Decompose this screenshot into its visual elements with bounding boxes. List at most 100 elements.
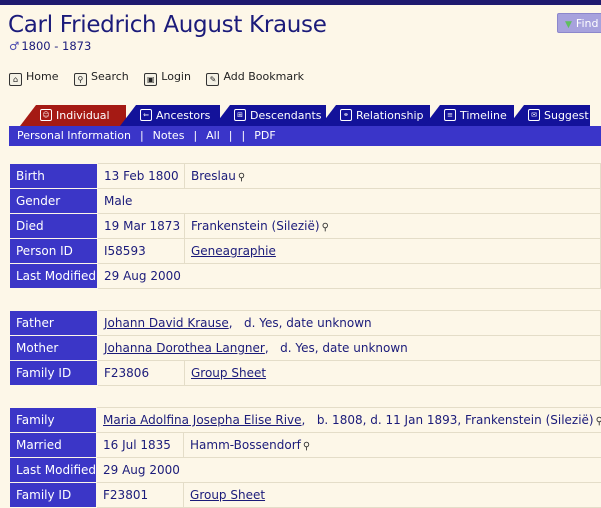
tab-ancestors[interactable]: ⇐ Ancestors: [120, 105, 220, 126]
table-row: Died 19 Mar 1873 Frankenstein (Silezië)⚲: [10, 214, 601, 239]
separator: |: [140, 129, 144, 142]
tab-timeline[interactable]: ≡ Timeline: [424, 105, 514, 126]
table-row: Person ID I58593 Geneagraphie: [10, 239, 601, 264]
table-row: Gender Male: [10, 189, 601, 214]
sub-navigation: Personal Information | Notes | All | | PDF: [9, 126, 601, 146]
tab-descendants[interactable]: ⊞ Descendants: [214, 105, 326, 126]
spouse-note: b. 1808, d. 11 Jan 1893, Frankenstein (S…: [317, 413, 594, 427]
birth-date: 13 Feb 1800: [98, 164, 185, 189]
married-place: Hamm-Bossendorf: [190, 438, 301, 452]
family-id-label: Family ID: [10, 361, 98, 386]
tab-relationship[interactable]: ⚭ Relationship: [320, 105, 430, 126]
separator: |: [229, 129, 233, 142]
home-icon: ⌂: [9, 73, 22, 86]
tab-bar: ☺ Individual ⇐ Ancestors ⊞ Descendants ⚭ Rel…: [20, 105, 590, 126]
spouse-cell: Maria Adolfina Josepha Elise Rive, b. 18…: [97, 408, 601, 433]
mother-link[interactable]: Johanna Dorothea Langner: [104, 341, 265, 355]
table-row: Last Modified 29 Aug 2000: [10, 264, 601, 289]
family-id: F23806: [98, 361, 185, 386]
subnav-personal-information[interactable]: Personal Information: [17, 129, 131, 142]
life-dates-text: 1800 - 1873: [21, 39, 91, 53]
last-modified-label: Last Modified: [10, 264, 98, 289]
home-link[interactable]: ⌂ Home: [9, 70, 58, 86]
search-label: Search: [91, 70, 129, 83]
tab-label: Timeline: [460, 109, 507, 122]
family-table: Family Maria Adolfina Josepha Elise Rive…: [9, 407, 601, 508]
group-sheet-link[interactable]: Group Sheet: [190, 488, 265, 502]
father-cell: Johann David Krause, d. Yes, date unknow…: [98, 311, 601, 336]
subnav-notes[interactable]: Notes: [153, 129, 185, 142]
last-modified-label: Last Modified: [10, 458, 97, 483]
relationship-icon: ⚭: [340, 109, 352, 121]
toolbar: ⌂ Home ⚲ Search ▣ Login ✎ Add Bookmark: [9, 70, 316, 86]
search-icon: ⚲: [74, 73, 87, 86]
male-symbol-icon: ♂: [9, 39, 19, 53]
tab-label: Individual: [56, 109, 110, 122]
tab-label: Descendants: [250, 109, 322, 122]
table-row: Last Modified 29 Aug 2000: [10, 458, 601, 483]
find-button[interactable]: ▼ Find: [557, 13, 601, 33]
lock-icon: ▣: [144, 73, 157, 86]
table-row: Mother Johanna Dorothea Langner, d. Yes,…: [10, 336, 601, 361]
triangle-down-icon: ▼: [565, 20, 572, 30]
father-link[interactable]: Johann David Krause: [104, 316, 229, 330]
spouse-link[interactable]: Maria Adolfina Josepha Elise Rive: [103, 413, 302, 427]
family-id: F23801: [97, 483, 184, 508]
subnav-all[interactable]: All: [206, 129, 220, 142]
tab-suggest[interactable]: ✉Suggest: [508, 105, 590, 126]
subnav-pdf[interactable]: PDF: [254, 129, 275, 142]
family-id-label: Family ID: [10, 483, 97, 508]
birth-place-cell: Breslau⚲: [185, 164, 601, 189]
add-bookmark-label: Add Bookmark: [223, 70, 304, 83]
gender-label: Gender: [10, 189, 98, 214]
family-label: Family: [10, 408, 97, 433]
tab-label: Ancestors: [156, 109, 210, 122]
descendants-icon: ⊞: [234, 109, 246, 121]
magnifier-icon[interactable]: ⚲: [322, 222, 329, 233]
individual-table: Birth 13 Feb 1800 Breslau⚲ Gender Male D…: [9, 163, 601, 289]
suggest-icon: ✉: [528, 109, 540, 121]
married-label: Married: [10, 433, 97, 458]
died-place: Frankenstein (Silezië): [191, 219, 320, 233]
table-row: Married 16 Jul 1835 Hamm-Bossendorf⚲: [10, 433, 601, 458]
birth-label: Birth: [10, 164, 98, 189]
timeline-icon: ≡: [444, 109, 456, 121]
gender-value: Male: [98, 189, 601, 214]
table-row: Family Maria Adolfina Josepha Elise Rive…: [10, 408, 601, 433]
home-label: Home: [26, 70, 58, 83]
last-modified-value: 29 Aug 2000: [97, 458, 601, 483]
died-place-cell: Frankenstein (Silezië)⚲: [185, 214, 601, 239]
person-id: I58593: [98, 239, 185, 264]
find-label: Find: [576, 17, 599, 30]
married-date: 16 Jul 1835: [97, 433, 184, 458]
magnifier-icon[interactable]: ⚲: [596, 416, 601, 427]
person-icon: ☺: [40, 109, 52, 121]
magnifier-icon[interactable]: ⚲: [238, 172, 245, 183]
group-sheet-cell: Group Sheet: [184, 483, 601, 508]
died-label: Died: [10, 214, 98, 239]
died-date: 19 Mar 1873: [98, 214, 185, 239]
magnifier-icon[interactable]: ⚲: [303, 441, 310, 452]
bookmark-icon: ✎: [206, 73, 219, 86]
father-label: Father: [10, 311, 98, 336]
mother-note: d. Yes, date unknown: [280, 341, 408, 355]
married-place-cell: Hamm-Bossendorf⚲: [184, 433, 601, 458]
add-bookmark-link[interactable]: ✎ Add Bookmark: [206, 70, 304, 86]
tab-label: Relationship: [356, 109, 424, 122]
person-id-label: Person ID: [10, 239, 98, 264]
login-link[interactable]: ▣ Login: [144, 70, 191, 86]
separator: |: [242, 129, 246, 142]
group-sheet-cell: Group Sheet: [185, 361, 601, 386]
mother-cell: Johanna Dorothea Langner, d. Yes, date u…: [98, 336, 601, 361]
table-row: Family ID F23801 Group Sheet: [10, 483, 601, 508]
tab-individual[interactable]: ☺ Individual: [20, 105, 126, 126]
group-sheet-link[interactable]: Group Sheet: [191, 366, 266, 380]
login-label: Login: [161, 70, 191, 83]
source-link[interactable]: Geneagraphie: [191, 244, 276, 258]
life-dates: ♂1800 - 1873: [9, 39, 91, 53]
top-bar: [0, 0, 601, 5]
separator: |: [193, 129, 197, 142]
ancestors-icon: ⇐: [140, 109, 152, 121]
last-modified-value: 29 Aug 2000: [98, 264, 601, 289]
search-link[interactable]: ⚲ Search: [74, 70, 129, 86]
